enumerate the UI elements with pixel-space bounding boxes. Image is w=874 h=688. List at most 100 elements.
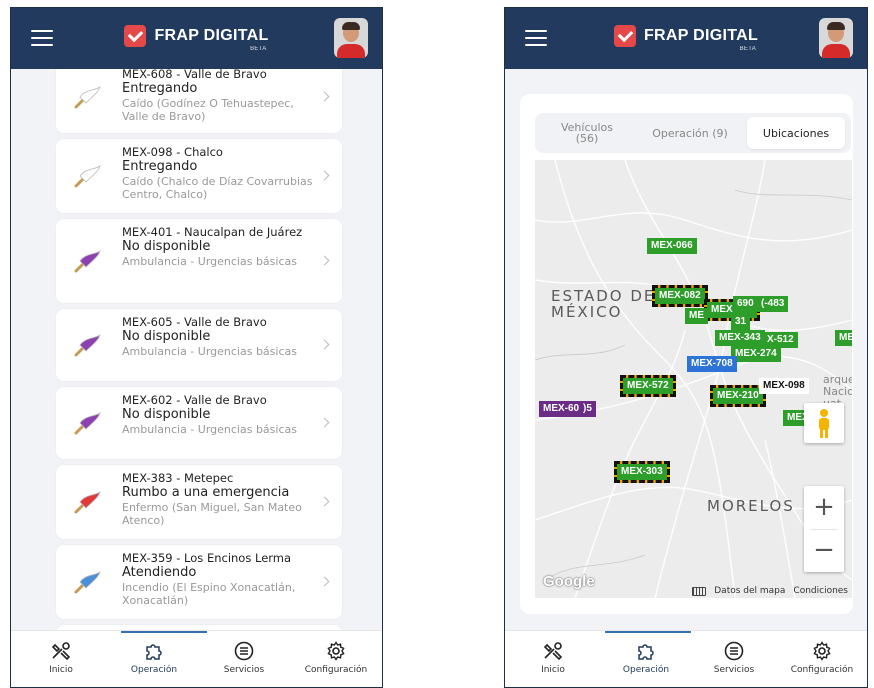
beta-badge: BETA	[250, 46, 267, 52]
zoom-in-button[interactable]: +	[804, 486, 844, 529]
item-status: No disponible	[122, 407, 211, 422]
tab-label: Configuración	[790, 665, 854, 675]
map-attribution: Datos del mapa Condiciones	[692, 586, 848, 596]
tab-label: Servicios	[223, 665, 265, 675]
ambulance-flag-icon	[74, 334, 101, 357]
pegman-icon[interactable]	[804, 403, 844, 443]
region-label-morelos: MORELOS	[707, 497, 795, 515]
zoom-control: + −	[804, 486, 844, 572]
list-item[interactable]: MEX-605 - Valle de Bravo No disponible Amb…	[56, 309, 342, 381]
app-title: FRAP DIGITAL	[154, 27, 269, 44]
list-item[interactable]: MEX-359 - Los Encinos Lerma Atendiendo Inc…	[56, 545, 342, 619]
tab-configuracion[interactable]: Configuración	[777, 641, 867, 675]
app-bar: FRAP DIGITAL BETA	[505, 8, 867, 69]
vehicle-marker[interactable]: ME	[835, 330, 852, 346]
item-detail: Ambulancia - Urgencias básicas	[122, 255, 297, 268]
vehicle-marker[interactable]: MEX-066	[647, 238, 697, 254]
vehicle-marker[interactable]: MEX-082	[652, 285, 708, 307]
chevron-right-icon	[319, 339, 330, 350]
tab-operacion[interactable]: Operación	[601, 641, 691, 675]
tab-label: Operación	[130, 665, 178, 675]
segment-ubicaciones[interactable]: Ubicaciones	[747, 117, 845, 149]
chevron-right-icon	[319, 576, 330, 587]
beta-badge: BETA	[739, 46, 757, 52]
ambulance-flag-icon	[74, 250, 101, 273]
puzzle-icon	[146, 644, 162, 660]
tab-bar: Inicio Operación Servicios Configuración	[505, 630, 867, 687]
list-item[interactable]: MEX-608 - Valle de Bravo Entregando Caído …	[56, 69, 342, 133]
ambulance-flag-icon	[74, 412, 101, 435]
tab-inicio[interactable]: Inicio	[508, 641, 598, 675]
map-view[interactable]: ESTADO DE MÉXICO MORELOS arque Nacional …	[535, 160, 852, 598]
tab-label: Servicios	[713, 665, 755, 675]
vehicle-marker[interactable]: MEX-303	[614, 461, 670, 483]
tab-configuracion[interactable]: Configuración	[291, 641, 381, 675]
vehicle-marker[interactable]: 690	[733, 296, 758, 312]
vehicle-marker[interactable]: (-483	[757, 296, 789, 312]
vehicle-marker[interactable]: MEX-274	[731, 346, 781, 362]
tab-servicios[interactable]: Servicios	[199, 641, 289, 675]
ambulance-flag-icon	[74, 571, 101, 594]
tools-icon	[51, 642, 71, 661]
item-title: MEX-608 - Valle de Bravo	[122, 69, 267, 81]
tab-bar: Inicio Operación Servicios Configuración	[11, 630, 382, 687]
region-label-estado: ESTADO DE MÉXICO	[551, 287, 656, 321]
vehicle-marker[interactable]: ME	[685, 308, 708, 324]
vehicle-marker[interactable]: MEX-343	[715, 330, 765, 346]
item-title: MEX-359 - Los Encinos Lerma	[122, 551, 292, 565]
brand: FRAP DIGITAL BETA	[11, 25, 382, 52]
tab-operacion[interactable]: Operación	[109, 641, 199, 675]
tab-inicio[interactable]: Inicio	[16, 641, 106, 675]
vehicle-marker[interactable]: 31	[731, 314, 751, 330]
chevron-right-icon	[319, 496, 330, 507]
ambulance-flag-icon	[74, 165, 101, 188]
tab-label: Configuración	[304, 665, 368, 675]
list-item[interactable]: MEX-602 - Valle de Bravo No disponible Amb…	[56, 387, 342, 459]
item-detail: Caído (Godínez O Tehuastepec, Valle de B…	[122, 97, 294, 123]
item-detail: Caído (Chalco de Díaz Covarrubias Centro…	[122, 175, 313, 201]
ambulance-flag-icon	[74, 86, 101, 109]
active-tab-indicator	[121, 631, 207, 633]
item-title: MEX-098 - Chalco	[122, 145, 223, 159]
vehicle-marker[interactable]: MEX-098	[759, 378, 809, 394]
list-item[interactable]: MEX-401 - Naucalpan de Juárez No disponib…	[56, 219, 342, 303]
segment-operacion[interactable]: Operación (9)	[639, 117, 741, 149]
frap-logo-icon	[124, 25, 147, 47]
avatar[interactable]	[819, 18, 853, 58]
vehicle-marker[interactable]: )5	[579, 401, 596, 417]
item-detail: Ambulancia - Urgencias básicas	[122, 423, 297, 436]
frap-logo-icon	[613, 25, 636, 47]
list-item[interactable]: MEX-383 - Metepec Rumbo a una emergencia E…	[56, 465, 342, 539]
terms-link[interactable]: Condiciones	[793, 586, 848, 596]
tools-icon	[543, 642, 563, 661]
vehicle-marker[interactable]: MEX-708	[687, 356, 737, 372]
item-title: MEX-383 - Metepec	[122, 471, 234, 485]
vehicle-marker[interactable]: MEX-572	[620, 375, 676, 397]
segment-control: Vehículos (56) Operación (9) Ubicaciones	[535, 113, 851, 153]
item-status: Entregando	[122, 81, 198, 96]
app-bar: FRAP DIGITAL BETA	[11, 8, 382, 69]
item-detail: Ambulancia - Urgencias básicas	[122, 345, 297, 358]
avatar[interactable]	[334, 18, 368, 58]
app-title: FRAP DIGITAL	[643, 27, 759, 44]
segment-vehiculos[interactable]: Vehículos (56)	[541, 117, 633, 149]
keyboard-icon[interactable]	[692, 586, 707, 596]
item-detail: Incendio (El Espino Xonacatlán, Xonacatl…	[122, 581, 296, 607]
list-item[interactable]: MEX-098 - Chalco Entregando Caído (Chalco …	[56, 139, 342, 213]
left-screen: FRAP DIGITAL BETA MEX-608 - Valle de Brav…	[10, 7, 383, 688]
list-circle-icon	[234, 641, 254, 661]
ambulance-flag-icon	[74, 491, 101, 514]
right-screen: FRAP DIGITAL BETA Vehículos (56) Operació…	[504, 7, 868, 688]
gear-icon	[813, 641, 831, 661]
tab-servicios[interactable]: Servicios	[689, 641, 779, 675]
item-detail: Enfermo (San Miguel, San Mateo Atenco)	[122, 501, 302, 527]
item-title: MEX-401 - Naucalpan de Juárez	[122, 225, 303, 239]
map-data-link[interactable]: Datos del mapa	[714, 586, 785, 596]
active-tab-indicator	[605, 631, 691, 633]
item-status: Rumbo a una emergencia	[122, 485, 290, 500]
item-title: MEX-602 - Valle de Bravo	[122, 393, 267, 407]
zoom-out-button[interactable]: −	[804, 529, 844, 572]
vehicle-marker[interactable]: MEX-210	[710, 385, 766, 407]
chevron-right-icon	[319, 91, 330, 102]
google-logo: Google	[543, 573, 595, 590]
